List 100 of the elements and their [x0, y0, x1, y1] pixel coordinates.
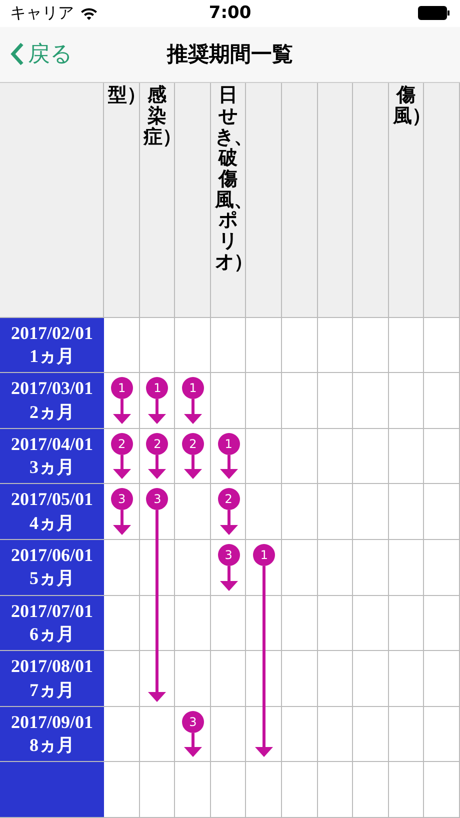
dose-number: 1: [146, 377, 168, 400]
battery-icon: [418, 6, 450, 20]
grid-cell: [424, 373, 460, 429]
grid-cell: [318, 596, 354, 652]
grid-cell: [282, 484, 318, 540]
row-age: 7ヵ月: [30, 678, 74, 702]
grid-cell: [424, 706, 460, 762]
grid-cell: [246, 651, 282, 707]
grid-cell: [353, 318, 389, 374]
grid-cell: [246, 762, 282, 818]
grid-cell: [353, 428, 389, 484]
row-age: 8ヵ月: [30, 734, 74, 758]
grid-cell: [424, 651, 460, 707]
grid-cell: [353, 373, 389, 429]
grid-cell: [282, 651, 318, 707]
grid-cell: [318, 762, 354, 818]
grid-cell: [388, 428, 424, 484]
grid-cell: [424, 484, 460, 540]
status-time: 7:00: [208, 3, 252, 24]
grid-cell: [424, 428, 460, 484]
grid-cell: [353, 484, 389, 540]
row-age: 4ヵ月: [30, 512, 74, 535]
grid-cell: [282, 762, 318, 818]
grid-cell: [424, 762, 460, 818]
grid-cell: [175, 484, 211, 540]
grid-cell: [104, 762, 140, 818]
dose-number: 2: [146, 432, 168, 455]
column-header-text: 感染症）: [144, 83, 170, 150]
grid-cell: [282, 428, 318, 484]
row-age: 3ヵ月: [30, 456, 74, 480]
grid-cell: [318, 651, 354, 707]
dose-number: 2: [182, 432, 204, 455]
grid-cell: [353, 596, 389, 652]
dose-number: 1: [110, 377, 133, 400]
screen-title: 推奨期間一覧: [167, 41, 293, 68]
grid-cell: [388, 484, 424, 540]
grid-cell: [140, 651, 176, 707]
grid-cell: [175, 596, 211, 652]
row-date: 2017/03/01: [10, 377, 93, 400]
grid-cell: [318, 318, 354, 374]
column-header-text: 型）: [108, 83, 135, 108]
grid-cell: [388, 762, 424, 818]
grid-cell: [388, 596, 424, 652]
grid-cell: [175, 540, 211, 596]
grid-cell: [282, 540, 318, 596]
dose-number: 3: [110, 488, 133, 510]
row-date: 2017/09/01: [10, 710, 93, 734]
dose-number: 1: [218, 432, 240, 455]
row-age: 1ヵ月: [30, 344, 74, 368]
grid-cell: [140, 596, 176, 652]
grid-cell: [210, 762, 246, 818]
back-button[interactable]: 戻る: [0, 39, 73, 70]
dose-number: 3: [146, 488, 168, 510]
grid-cell: [282, 706, 318, 762]
wifi-icon: [80, 6, 98, 20]
grid-cell: [210, 651, 246, 707]
grid-cell: [318, 540, 354, 596]
grid-cell: [246, 484, 282, 540]
grid-cell: [353, 706, 389, 762]
grid-cell: [210, 373, 246, 429]
grid-cell: [140, 762, 176, 818]
column-header-text: 傷風）: [392, 83, 420, 129]
grid-cell: [140, 706, 176, 762]
grid-cell: [318, 373, 354, 429]
grid-cell: [318, 484, 354, 540]
row-date: 2017/08/01: [10, 655, 93, 678]
dose-number: 1: [182, 377, 204, 400]
row-age: 2ヵ月: [30, 400, 74, 424]
grid-cell: [246, 428, 282, 484]
row-date: 2017/04/01: [10, 432, 93, 456]
grid-cell: [353, 762, 389, 818]
grid-cell: [175, 651, 211, 707]
grid-cell: [388, 651, 424, 707]
row-age: 5ヵ月: [30, 567, 74, 590]
row-date: 2017/07/01: [10, 600, 93, 623]
grid-cell: [175, 762, 211, 818]
grid-cell: [353, 651, 389, 707]
dose-number: 3: [182, 710, 204, 733]
grid-cell: [246, 596, 282, 652]
dose-number: 3: [218, 544, 240, 566]
row-date: 2017/06/01: [10, 544, 93, 567]
grid-cell: [353, 540, 389, 596]
grid-cell: [424, 318, 460, 374]
dose-number: 2: [218, 488, 240, 510]
grid-cell: [318, 706, 354, 762]
grid-cell: [210, 596, 246, 652]
dose-number: 1: [253, 544, 276, 566]
row-date: 2017/05/01: [10, 488, 93, 512]
grid-cell: [282, 373, 318, 429]
carrier-label: キャリア: [10, 2, 74, 24]
grid-cell: [318, 428, 354, 484]
grid-cell: [140, 540, 176, 596]
grid-cell: [246, 706, 282, 762]
grid-cell: [175, 318, 211, 374]
row-age: 6ヵ月: [30, 622, 74, 646]
grid-cell: [210, 706, 246, 762]
grid-cell: [388, 540, 424, 596]
grid-cell: [388, 706, 424, 762]
column-header-text: 日せき、破傷風、ポリオ）: [214, 83, 242, 276]
row-date: 2017/02/01: [10, 322, 93, 345]
